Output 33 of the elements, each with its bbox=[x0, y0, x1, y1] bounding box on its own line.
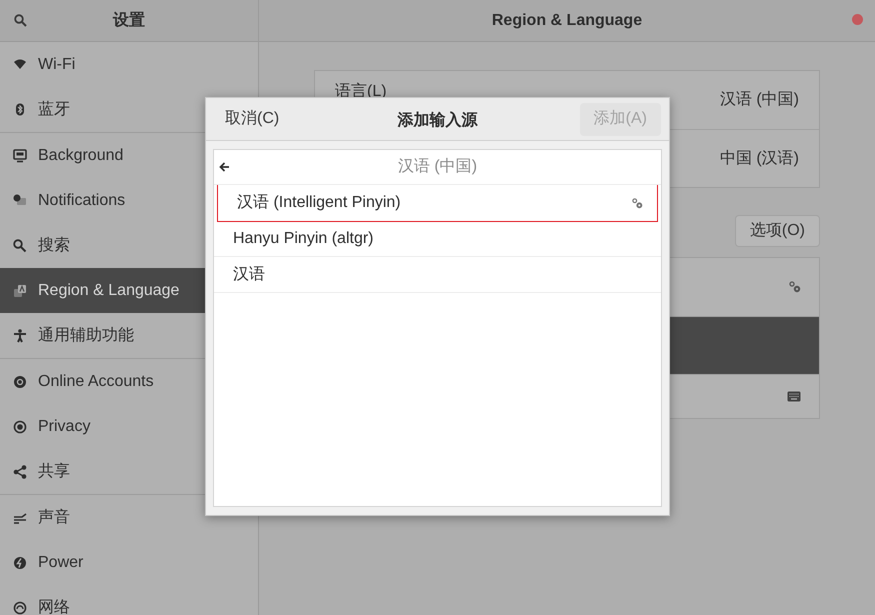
keyboard-icon[interactable] bbox=[787, 391, 801, 402]
sidebar-item[interactable]: Background bbox=[0, 133, 258, 178]
monitor-icon bbox=[13, 148, 27, 162]
language-heading: 汉语 (中国) bbox=[398, 156, 478, 177]
search-icon[interactable] bbox=[14, 14, 27, 27]
options-button[interactable]: 选项(O) bbox=[734, 215, 820, 247]
input-source-option[interactable]: 汉语 bbox=[214, 257, 661, 293]
target-icon bbox=[13, 420, 27, 434]
sidebar-item[interactable]: Privacy bbox=[0, 404, 258, 449]
sidebar-item[interactable]: Online Accounts bbox=[0, 359, 258, 404]
wifi-icon bbox=[13, 58, 27, 72]
lightning-icon bbox=[13, 556, 27, 570]
language-icon bbox=[13, 284, 27, 298]
window-title: Region & Language bbox=[492, 10, 642, 30]
gears-icon[interactable] bbox=[789, 281, 801, 293]
search-icon bbox=[13, 238, 27, 252]
sidebar-item[interactable]: Power bbox=[0, 540, 258, 585]
dialog-title: 添加输入源 bbox=[398, 110, 478, 131]
sliders-icon bbox=[13, 510, 27, 524]
person-icon bbox=[13, 328, 27, 342]
sidebar-item[interactable]: 网络 bbox=[0, 585, 258, 615]
sidebar-item[interactable]: 共享 bbox=[0, 449, 258, 494]
language-value: 中国 (汉语) bbox=[720, 148, 799, 168]
sidebar-item[interactable]: 声音 bbox=[0, 495, 258, 540]
cancel-button[interactable]: 取消(C) bbox=[214, 103, 290, 135]
sidebar-item[interactable]: 通用辅助功能 bbox=[0, 313, 258, 358]
sidebar-item[interactable]: Wi-Fi bbox=[0, 42, 258, 87]
sidebar-title: 设置 bbox=[113, 12, 145, 28]
language-value: 汉语 (中国) bbox=[720, 90, 799, 110]
share-icon bbox=[13, 464, 27, 478]
input-source-option[interactable]: Hanyu Pinyin (altgr) bbox=[214, 221, 661, 257]
back-arrow-icon[interactable] bbox=[219, 162, 230, 172]
bluetooth-icon bbox=[13, 102, 27, 116]
